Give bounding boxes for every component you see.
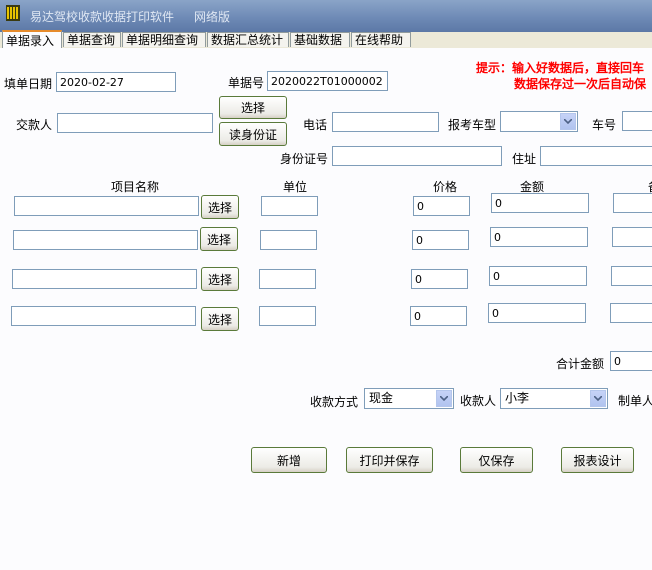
item-select-button[interactable]: 选择 [201,307,239,331]
hint-line-2: 数据保存过一次后自动保 [514,77,647,91]
tab-online-help[interactable]: 在线帮助 [351,32,411,47]
window-subtitle: 网络版 [194,10,231,24]
item-extra-input[interactable] [613,193,652,213]
header-unit: 单位 [283,180,308,194]
save-only-button[interactable]: 仅保存 [460,447,533,473]
item-select-button[interactable]: 选择 [201,267,239,291]
payer-select-button[interactable]: 选择 [219,96,287,119]
item-unit-input[interactable] [259,269,316,289]
print-and-save-button[interactable]: 打印并保存 [346,447,433,473]
new-button[interactable]: 新增 [251,447,327,473]
app-icon [6,5,20,21]
hint-line-1: 提示：输入好数据后，直接回车 [476,61,645,75]
payee-value: 小李 [505,391,530,405]
item-amount-input[interactable] [488,303,586,323]
payer-input[interactable] [57,113,213,133]
header-price: 价格 [433,180,458,194]
total-label: 合计金额 [556,357,605,371]
address-label: 住址 [512,152,537,166]
item-amount-input[interactable] [490,227,588,247]
cartype-label: 报考车型 [448,118,497,132]
item-price-input[interactable] [413,196,470,216]
tab-entry[interactable]: 单据录入 [2,30,62,48]
item-select-button[interactable]: 选择 [201,195,239,219]
item-unit-input[interactable] [259,306,316,326]
item-extra-input[interactable] [610,303,652,323]
payee-select[interactable]: 小李 [500,388,608,409]
item-unit-input[interactable] [260,230,317,250]
tab-label: 基础数据 [294,33,343,47]
payer-label: 交款人 [16,118,53,132]
tab-detail-query[interactable]: 单据明细查询 [122,32,206,47]
docno-label: 单据号 [228,76,265,90]
read-id-card-button[interactable]: 读身份证 [219,122,287,146]
carno-input[interactable] [622,111,652,131]
payment-method-select[interactable]: 现金 [364,388,454,409]
tab-label: 数据汇总统计 [211,33,284,47]
cartype-select[interactable] [500,111,578,132]
idno-input[interactable] [332,146,502,166]
phone-input[interactable] [332,112,439,132]
item-amount-input[interactable] [489,266,587,286]
docno-input[interactable] [267,71,388,91]
tab-summary[interactable]: 数据汇总统计 [207,32,289,47]
tab-label: 在线帮助 [355,33,404,47]
item-amount-input[interactable] [491,193,589,213]
title-bar: 易达驾校收款收据打印软件 网络版 [0,0,652,32]
tab-label: 单据查询 [67,33,116,47]
item-price-input[interactable] [410,306,467,326]
payee-label: 收款人 [460,394,497,408]
tab-label: 单据录入 [6,34,55,48]
item-unit-input[interactable] [261,196,318,216]
address-input[interactable] [540,146,652,166]
date-input[interactable] [56,72,176,92]
maker-label: 制单人 [618,394,652,408]
report-design-button[interactable]: 报表设计 [561,447,634,473]
item-extra-input[interactable] [612,227,652,247]
total-input[interactable] [610,351,652,371]
tab-base-data[interactable]: 基础数据 [290,32,350,47]
item-price-input[interactable] [412,230,469,250]
item-name-input[interactable] [11,306,196,326]
item-extra-input[interactable] [611,266,652,286]
chevron-down-icon[interactable] [436,390,452,407]
tab-label: 单据明细查询 [126,33,199,47]
chevron-down-icon[interactable] [560,113,576,130]
phone-label: 电话 [303,118,328,132]
payment-method-value: 现金 [369,391,394,405]
item-select-button[interactable]: 选择 [200,227,238,251]
header-item-name: 项目名称 [111,180,160,194]
idno-label: 身份证号 [280,152,329,166]
item-name-input[interactable] [13,230,198,250]
item-price-input[interactable] [411,269,468,289]
item-name-input[interactable] [14,196,199,216]
window-title: 易达驾校收款收据打印软件 [30,10,175,24]
item-name-input[interactable] [12,269,197,289]
tab-query[interactable]: 单据查询 [63,32,121,47]
carno-label: 车号 [592,118,617,132]
chevron-down-icon[interactable] [590,390,606,407]
payment-method-label: 收款方式 [310,395,359,409]
date-label: 填单日期 [4,77,53,91]
